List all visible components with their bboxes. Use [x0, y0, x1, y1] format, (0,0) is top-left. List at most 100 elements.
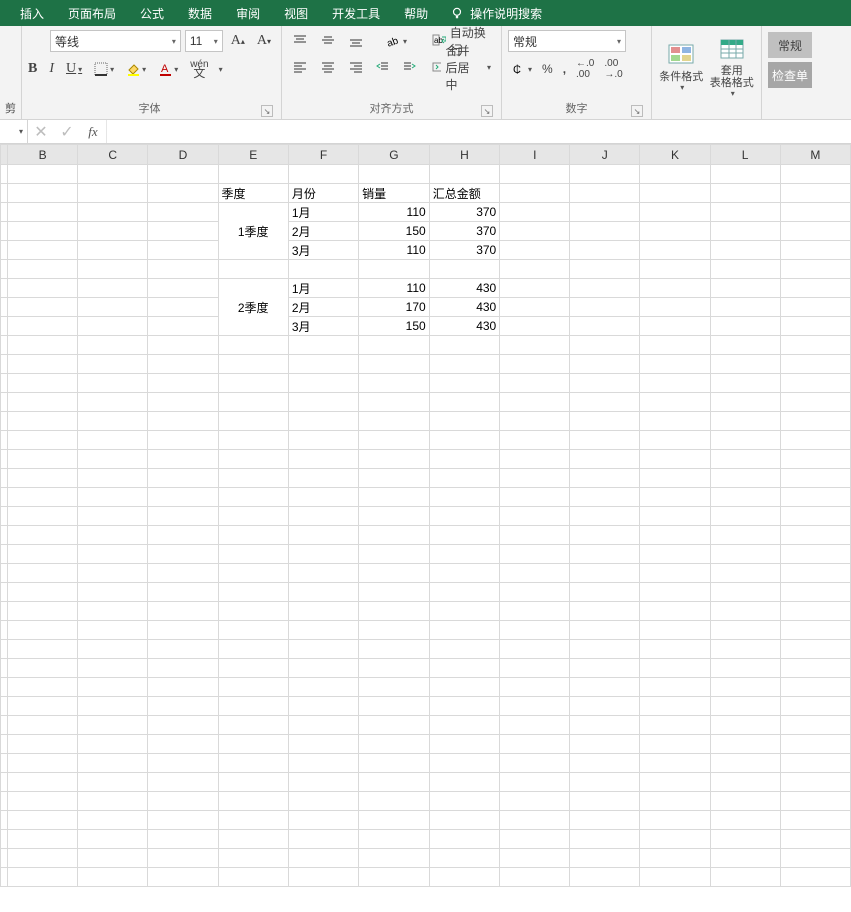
col-header[interactable]: B	[8, 145, 78, 165]
cell[interactable]: 110	[359, 279, 430, 298]
cell[interactable]: 1月	[288, 279, 358, 298]
spreadsheet-grid[interactable]: B C D E F G H I J K L M 季度 月份 销量 汇总金额 1季…	[0, 144, 851, 912]
fill-color-button[interactable]: ▾	[122, 58, 150, 80]
tab-page-layout[interactable]: 页面布局	[56, 0, 128, 26]
col-header[interactable]: I	[500, 145, 570, 165]
col-header[interactable]: L	[710, 145, 780, 165]
font-name-select[interactable]: 等线 ▾	[50, 30, 181, 52]
merge-center-icon	[432, 60, 441, 74]
col-header[interactable]: F	[288, 145, 358, 165]
col-header[interactable]: C	[78, 145, 148, 165]
group-clipboard: 剪	[0, 26, 22, 119]
formula-input[interactable]	[106, 120, 851, 143]
cell[interactable]: 销量	[359, 184, 430, 203]
accounting-format-button[interactable]: ₵▾	[508, 58, 536, 80]
cell[interactable]: 汇总金额	[429, 184, 500, 203]
cell[interactable]: 1月	[288, 203, 358, 222]
align-bottom-button[interactable]	[344, 30, 368, 52]
cell[interactable]: 季度	[218, 184, 288, 203]
tab-review[interactable]: 审阅	[224, 0, 272, 26]
decrease-decimal-button[interactable]: .00→.0	[600, 58, 626, 80]
formula-bar: ▾ ✕ ✓ fx	[0, 120, 851, 144]
cell[interactable]: 2月	[288, 298, 358, 317]
decrease-indent-button[interactable]	[372, 56, 394, 78]
select-all-corner[interactable]	[1, 145, 8, 165]
col-header[interactable]: G	[359, 145, 430, 165]
col-header[interactable]: M	[780, 145, 850, 165]
dialog-launcher-icon[interactable]: ↘	[261, 105, 273, 117]
tab-insert[interactable]: 插入	[8, 0, 56, 26]
cell[interactable]: 150	[359, 222, 430, 241]
merge-center-label: 合并后居中	[445, 42, 481, 93]
col-header[interactable]: D	[148, 145, 218, 165]
name-box[interactable]: ▾	[0, 120, 28, 143]
group-styles: 条件格式▾ 套用 表格格式▾	[652, 26, 762, 119]
number-format-value: 常规	[513, 33, 537, 50]
tab-developer[interactable]: 开发工具	[320, 0, 392, 26]
tab-formula[interactable]: 公式	[128, 0, 176, 26]
cancel-button[interactable]: ✕	[28, 120, 54, 143]
cell[interactable]: 370	[429, 203, 500, 222]
cell[interactable]: 1季度	[218, 203, 288, 260]
align-right-button[interactable]	[344, 56, 368, 78]
number-format-select[interactable]: 常规 ▾	[508, 30, 626, 52]
format-as-table-button[interactable]: 套用 表格格式▾	[709, 30, 756, 102]
decrease-font-button[interactable]: A▾	[253, 30, 275, 52]
chevron-down-icon: ▾	[172, 37, 176, 46]
group-cell-styles: 常规 检查单	[762, 26, 814, 119]
font-color-button[interactable]: A▾	[154, 58, 182, 80]
style-normal-button[interactable]: 常规	[768, 32, 812, 58]
cell[interactable]: 370	[429, 222, 500, 241]
orientation-button[interactable]: ab▾	[372, 30, 420, 52]
cell[interactable]: 2月	[288, 222, 358, 241]
bold-button[interactable]: B	[24, 58, 41, 80]
group-number-label: 数字	[566, 103, 588, 115]
enter-button[interactable]: ✓	[54, 120, 80, 143]
cell[interactable]: 3月	[288, 241, 358, 260]
cell[interactable]: 110	[359, 241, 430, 260]
comma-format-button[interactable]: ,	[559, 58, 570, 80]
tab-help[interactable]: 帮助	[392, 0, 440, 26]
cell[interactable]: 2季度	[218, 279, 288, 336]
col-header[interactable]: E	[218, 145, 288, 165]
conditional-formatting-button[interactable]: 条件格式▾	[658, 30, 705, 102]
chevron-down-icon: ▾	[731, 89, 735, 98]
cell[interactable]: 430	[429, 298, 500, 317]
cell[interactable]: 110	[359, 203, 430, 222]
cell[interactable]: 150	[359, 317, 430, 336]
font-size-select[interactable]: 11 ▾	[185, 30, 223, 52]
tab-view[interactable]: 视图	[272, 0, 320, 26]
tell-me-search[interactable]: 操作说明搜索	[450, 5, 542, 22]
group-styles-label	[658, 114, 755, 119]
align-top-button[interactable]	[288, 30, 312, 52]
cell[interactable]: 月份	[288, 184, 358, 203]
align-center-button[interactable]	[316, 56, 340, 78]
borders-button[interactable]: ▾	[90, 58, 118, 80]
cell[interactable]: 430	[429, 279, 500, 298]
increase-font-button[interactable]: A▴	[227, 30, 249, 52]
style-check-cell-button[interactable]: 检查单	[768, 62, 812, 88]
phonetic-guide-button[interactable]: wén 文	[186, 58, 212, 80]
percent-format-button[interactable]: %	[538, 58, 557, 80]
group-alignment-label: 对齐方式	[370, 103, 414, 115]
tab-data[interactable]: 数据	[176, 0, 224, 26]
col-header[interactable]: H	[429, 145, 500, 165]
dialog-launcher-icon[interactable]: ↘	[631, 105, 643, 117]
cell[interactable]: 170	[359, 298, 430, 317]
increase-indent-button[interactable]	[398, 56, 420, 78]
merge-center-button[interactable]: 合并后居中▾	[428, 56, 495, 78]
cell[interactable]: 3月	[288, 317, 358, 336]
insert-function-button[interactable]: fx	[80, 120, 106, 143]
col-header[interactable]: K	[640, 145, 710, 165]
cell[interactable]: 370	[429, 241, 500, 260]
cell[interactable]: 430	[429, 317, 500, 336]
dialog-launcher-icon[interactable]: ↘	[481, 105, 493, 117]
currency-icon: ₵	[512, 62, 526, 76]
col-header[interactable]: J	[570, 145, 640, 165]
italic-button[interactable]: I	[45, 58, 58, 80]
align-middle-button[interactable]	[316, 30, 340, 52]
increase-decimal-button[interactable]: ←.0.00	[572, 58, 598, 80]
align-left-button[interactable]	[288, 56, 312, 78]
wen-char: 文	[193, 69, 205, 78]
underline-button[interactable]: U▾	[62, 58, 86, 80]
